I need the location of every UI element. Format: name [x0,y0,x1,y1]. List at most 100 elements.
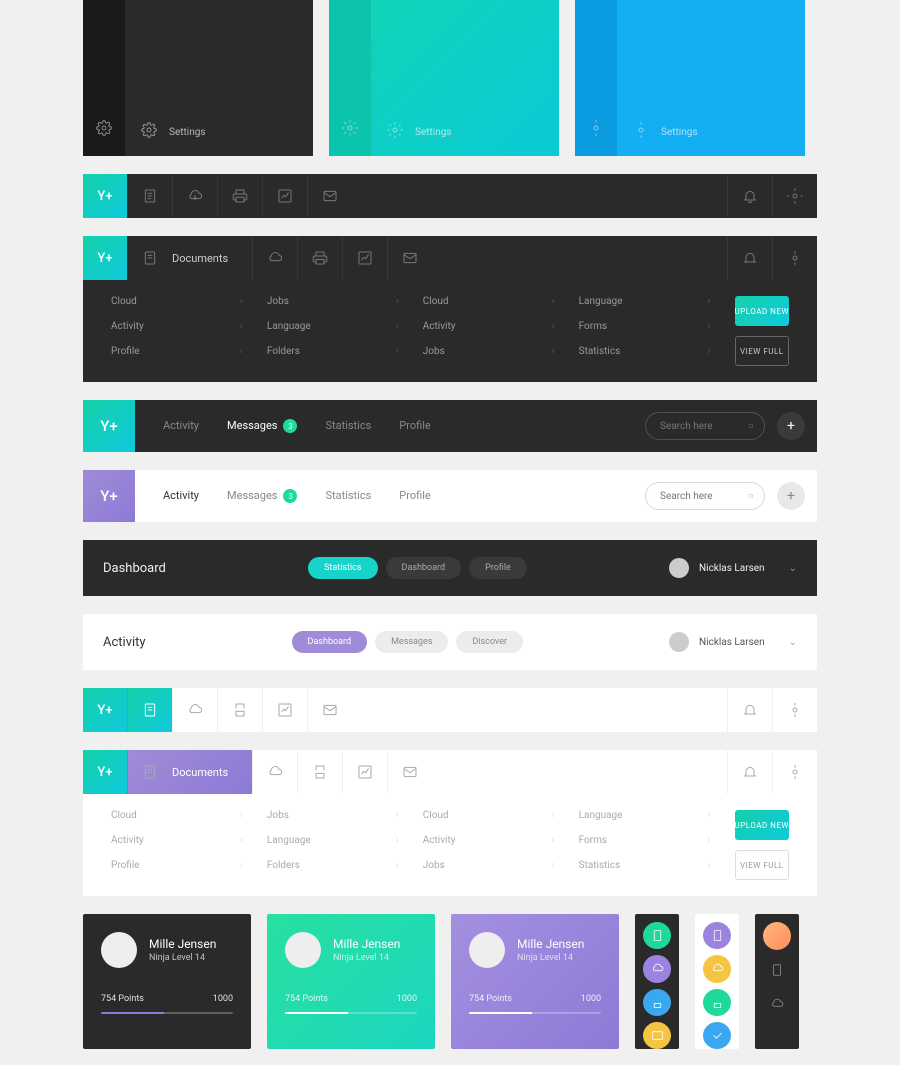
gear-icon[interactable] [772,236,817,280]
nav-link-forms[interactable]: Forms› [579,835,711,846]
search-input[interactable] [660,421,740,432]
printer-icon[interactable] [703,989,731,1016]
bell-icon[interactable] [727,688,772,732]
gear-icon[interactable] [588,120,604,136]
nav-link-language[interactable]: Language› [267,835,399,846]
nav-link-activity[interactable]: Activity› [423,835,555,846]
nav-link-jobs[interactable]: Jobs› [423,860,555,871]
chart-icon[interactable] [342,750,387,794]
settings-label[interactable]: Settings [661,127,698,138]
nav-link-folders[interactable]: Folders› [267,346,399,357]
nav-link-forms[interactable]: Forms› [579,321,711,332]
cloud-download-icon[interactable] [172,174,217,218]
pill-dashboard[interactable]: Dashboard [292,631,368,653]
nav-link-activity[interactable]: Activity› [423,321,555,332]
bell-icon[interactable] [727,236,772,280]
upload-new-button[interactable]: UPLOAD NEW [735,810,790,840]
cloud-download-icon[interactable] [252,236,297,280]
tab-activity[interactable]: Activity [163,489,199,504]
bell-icon[interactable] [727,174,772,218]
pill-messages[interactable]: Messages [375,631,448,653]
nav-link-cloud[interactable]: Cloud› [423,810,555,821]
documents-tab[interactable]: Documents [127,236,252,280]
cloud-download-icon[interactable] [172,688,217,732]
nav-link-statistics[interactable]: Statistics› [579,860,711,871]
add-button[interactable]: + [777,412,805,440]
printer-icon[interactable] [643,989,671,1016]
pill-dashboard[interactable]: Dashboard [386,557,462,579]
printer-icon[interactable] [297,236,342,280]
pill-discover[interactable]: Discover [456,631,523,653]
logo[interactable]: Y+ [83,750,127,794]
printer-icon[interactable] [297,750,342,794]
tab-profile[interactable]: Profile [399,419,430,434]
documents-icon[interactable] [127,174,172,218]
add-button[interactable]: + [777,482,805,510]
nav-link-jobs[interactable]: Jobs› [267,296,399,307]
tab-messages[interactable]: Messages3 [227,419,297,434]
user-menu[interactable]: Nicklas Larsen ⌄ [669,558,797,578]
profile-card-green[interactable]: Mille Jensen Ninja Level 14 754 Points10… [267,914,435,1049]
nav-link-profile[interactable]: Profile› [111,860,243,871]
cloud-icon[interactable] [643,955,671,982]
logo[interactable]: Y+ [83,470,135,522]
cloud-download-icon[interactable] [252,750,297,794]
profile-card-purple[interactable]: Mille Jensen Ninja Level 14 754 Points10… [451,914,619,1049]
logo[interactable]: Y+ [83,174,127,218]
nav-link-statistics[interactable]: Statistics› [579,346,711,357]
logo[interactable]: Y+ [83,400,135,452]
search-pill[interactable] [645,482,765,510]
mail-icon[interactable] [387,750,432,794]
gear-icon[interactable] [141,122,157,138]
doc-icon[interactable] [703,922,731,949]
cloud-icon[interactable] [763,990,791,1018]
gear-icon[interactable] [96,120,112,136]
nav-link-language[interactable]: Language› [579,296,711,307]
gear-icon[interactable] [772,750,817,794]
nav-link-jobs[interactable]: Jobs› [267,810,399,821]
tab-statistics[interactable]: Statistics [325,419,371,434]
upload-new-button[interactable]: UPLOAD NEW [735,296,790,326]
check-icon[interactable] [703,1022,731,1049]
chart-icon[interactable] [262,688,307,732]
logo[interactable]: Y+ [83,688,127,732]
documents-icon[interactable] [127,688,172,732]
bell-icon[interactable] [727,750,772,794]
settings-label[interactable]: Settings [415,127,452,138]
settings-label[interactable]: Settings [169,127,206,138]
view-full-button[interactable]: VIEW FULL [735,850,790,880]
nav-link-cloud[interactable]: Cloud› [111,810,243,821]
tab-statistics[interactable]: Statistics [325,489,371,504]
nav-link-activity[interactable]: Activity› [111,835,243,846]
tab-profile[interactable]: Profile [399,489,430,504]
gear-icon[interactable] [772,688,817,732]
tab-messages[interactable]: Messages3 [227,489,297,504]
mail-icon[interactable] [307,174,352,218]
gear-icon[interactable] [772,174,817,218]
printer-icon[interactable] [217,688,262,732]
documents-tab[interactable]: Documents [127,750,252,794]
gear-icon[interactable] [387,122,403,138]
user-menu[interactable]: Nicklas Larsen ⌄ [669,632,797,652]
tab-activity[interactable]: Activity [163,419,199,434]
nav-link-activity[interactable]: Activity› [111,321,243,332]
chart-icon[interactable] [342,236,387,280]
pill-statistics[interactable]: Statistics [308,557,377,579]
chart-icon[interactable] [262,174,307,218]
nav-link-language[interactable]: Language› [267,321,399,332]
mail-icon[interactable] [307,688,352,732]
gear-icon[interactable] [633,122,649,138]
doc-icon[interactable] [763,956,791,984]
search-input[interactable] [660,491,740,502]
printer-icon[interactable] [217,174,262,218]
nav-link-jobs[interactable]: Jobs› [423,346,555,357]
nav-link-language[interactable]: Language› [579,810,711,821]
doc-icon[interactable] [643,922,671,949]
view-full-button[interactable]: VIEW FULL [735,336,790,366]
cloud-icon[interactable] [703,955,731,982]
nav-link-cloud[interactable]: Cloud› [111,296,243,307]
gear-icon[interactable] [342,120,358,136]
logo[interactable]: Y+ [83,236,127,280]
nav-link-folders[interactable]: Folders› [267,860,399,871]
nav-link-cloud[interactable]: Cloud› [423,296,555,307]
